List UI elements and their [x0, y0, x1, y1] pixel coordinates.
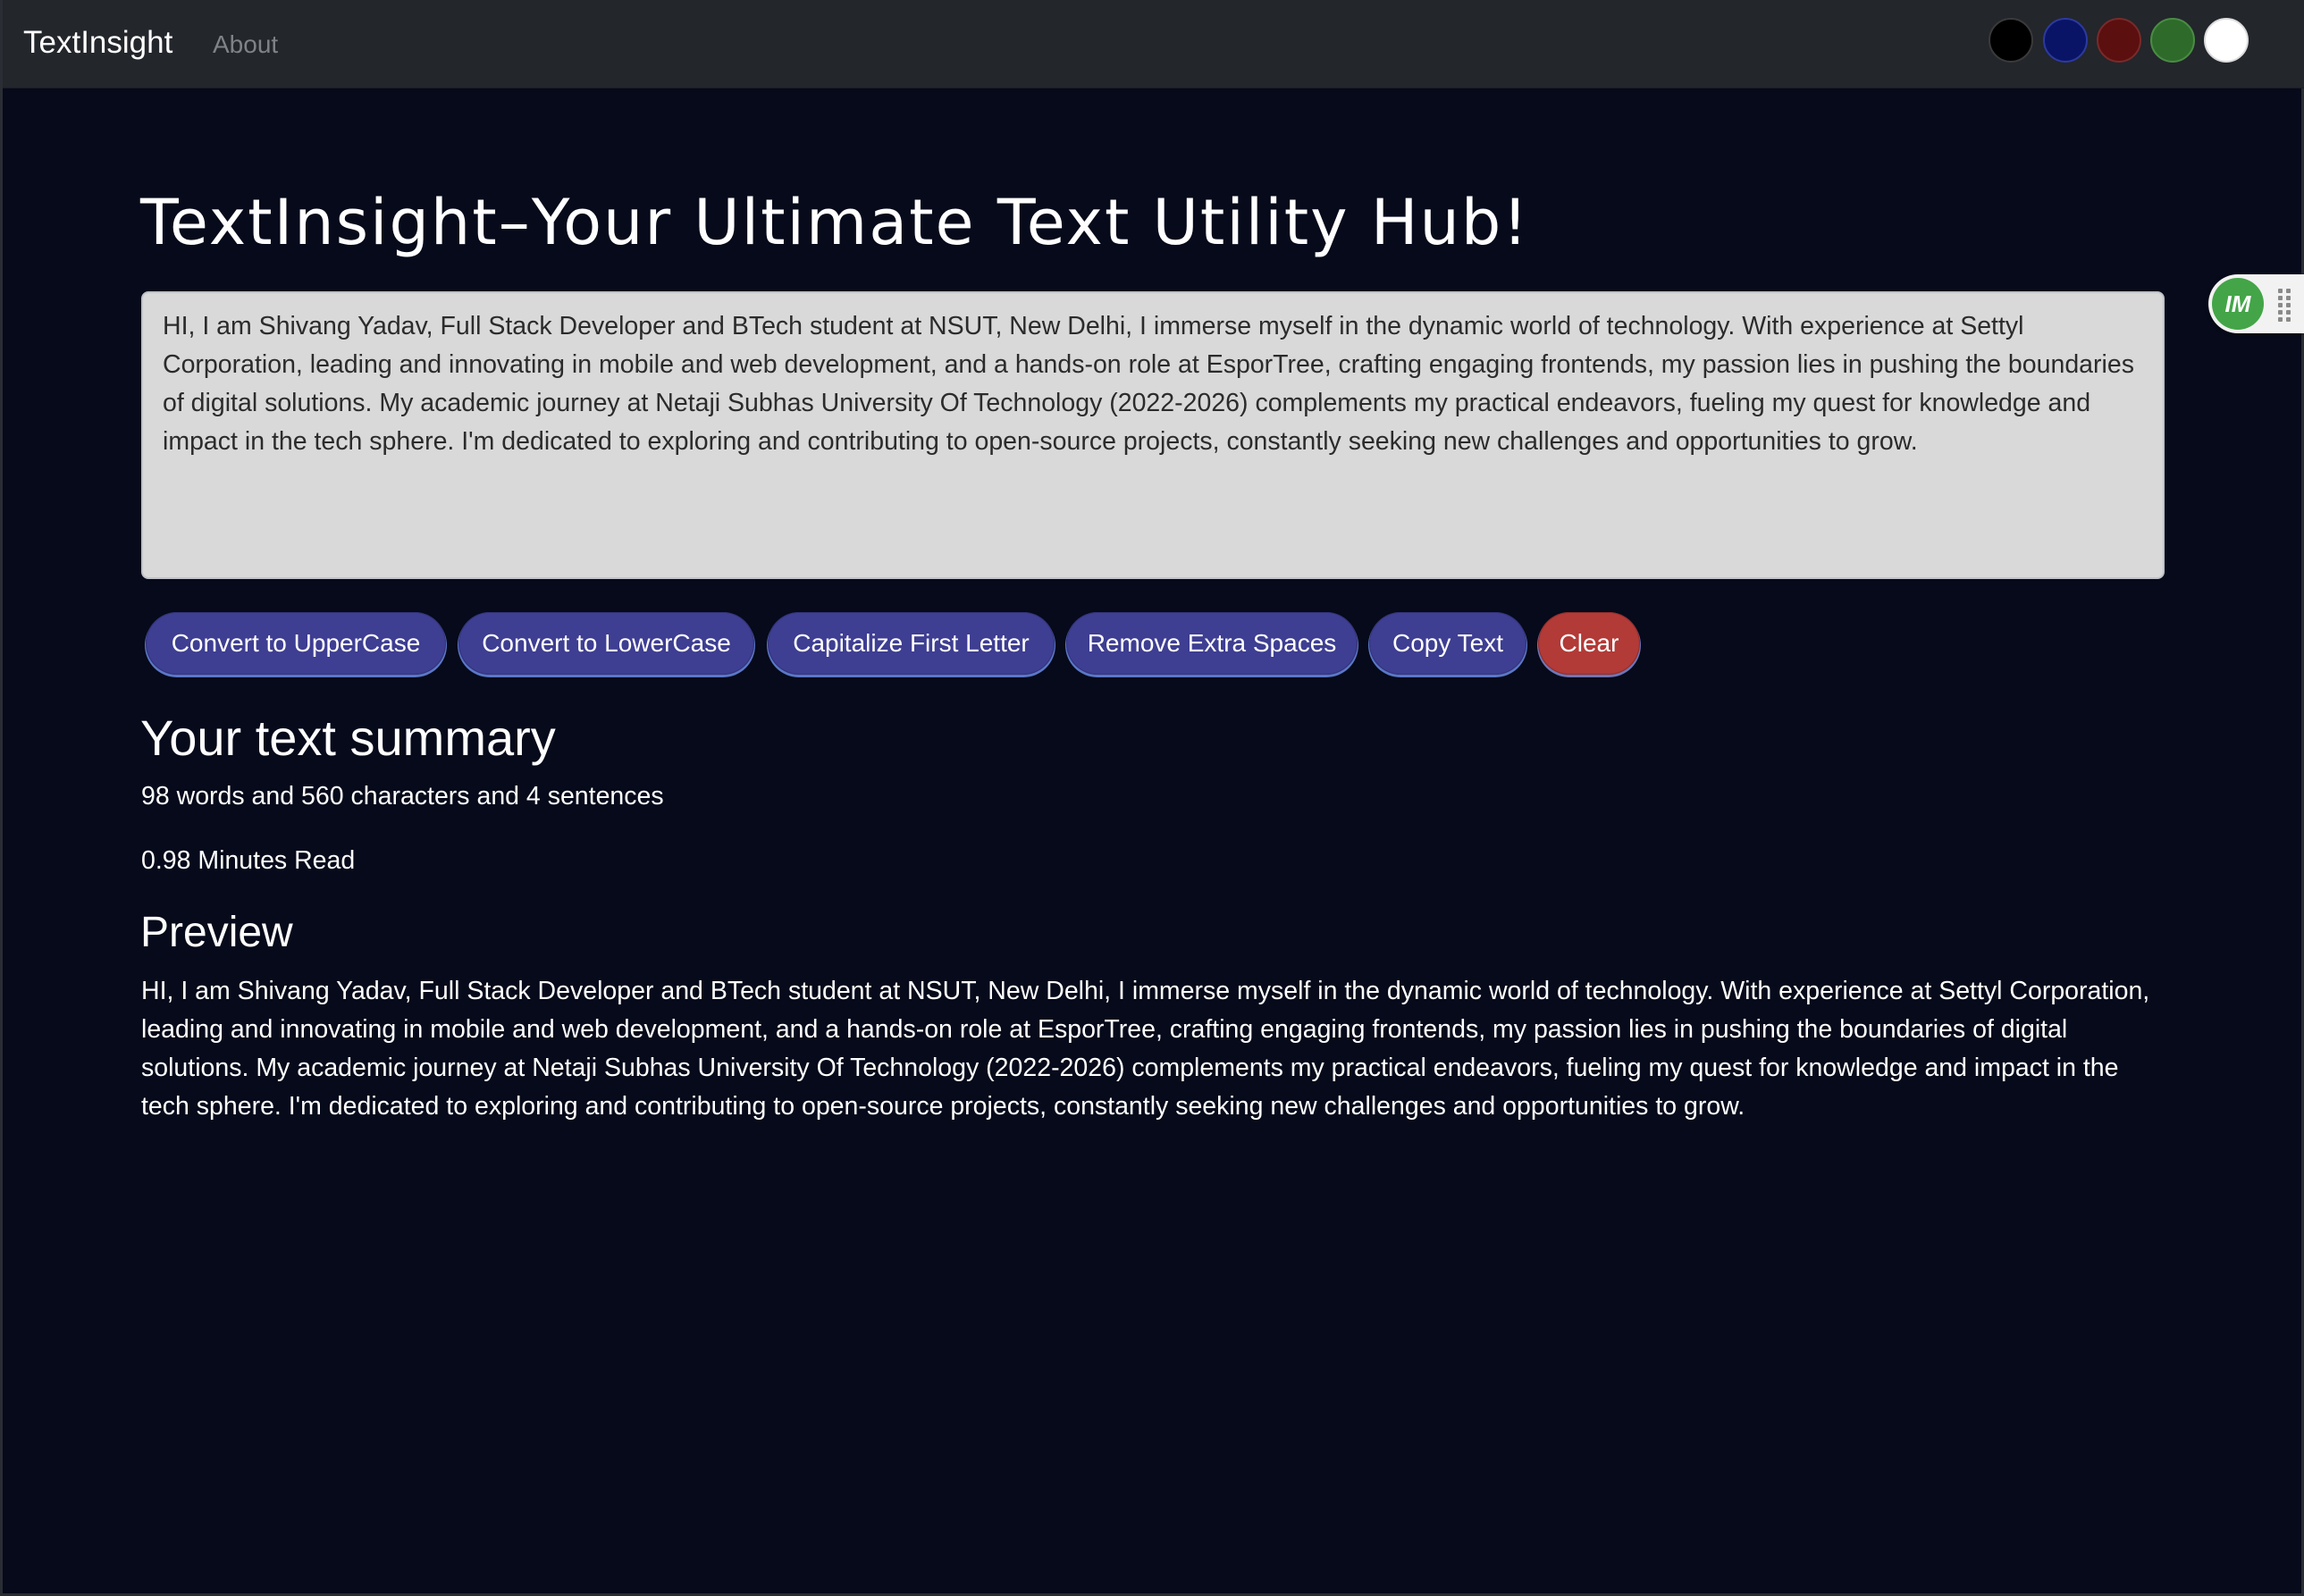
preview-text: HI, I am Shivang Yadav, Full Stack Devel… [141, 977, 2150, 1121]
clear-button[interactable]: Clear [1538, 612, 1640, 675]
preview-title: Preview [140, 909, 293, 956]
drag-handle-icon[interactable] [2276, 289, 2294, 322]
theme-swatch-navy[interactable] [2043, 18, 2088, 63]
summary-counts: 98 words and 560 characters and 4 senten… [141, 782, 664, 811]
nav-link-about[interactable]: About [213, 30, 278, 59]
capitalize-button[interactable]: Capitalize First Letter [768, 612, 1055, 675]
copy-text-button[interactable]: Copy Text [1369, 612, 1526, 675]
theme-swatch-maroon[interactable] [2097, 18, 2141, 63]
page-title: TextInsight–Your Ultimate Text Utility H… [140, 186, 1530, 259]
text-input[interactable]: HI, I am Shivang Yadav, Full Stack Devel… [141, 291, 2165, 579]
navbar: TextInsight About [3, 0, 2304, 88]
brand-link[interactable]: TextInsight [23, 25, 172, 61]
lowercase-button[interactable]: Convert to LowerCase [458, 612, 754, 675]
widget-logo-icon[interactable]: IM [2212, 278, 2264, 330]
summary-read-time: 0.98 Minutes Read [141, 846, 356, 875]
app-window: TextInsight About TextInsight–Your Ultim… [0, 0, 2304, 1596]
theme-swatch-green[interactable] [2150, 18, 2195, 63]
theme-swatch-white[interactable] [2204, 18, 2249, 63]
theme-swatch-black[interactable] [1989, 18, 2033, 63]
summary-title: Your text summary [140, 710, 556, 766]
uppercase-button[interactable]: Convert to UpperCase [146, 612, 446, 675]
remove-extra-spaces-button[interactable]: Remove Extra Spaces [1066, 612, 1358, 675]
floating-widget: IM [2208, 274, 2304, 333]
